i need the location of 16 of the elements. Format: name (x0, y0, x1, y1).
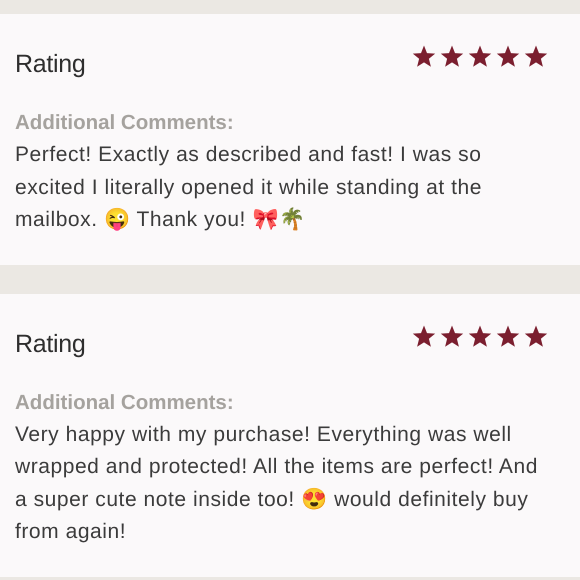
review-comment: Very happy with my purchase! Everything was well wrapped and protected! All the items are perfect! And a super cute note inside too! 😍 would definitely buy from again! (15, 422, 539, 545)
star-icon (468, 45, 492, 68)
comments-label: Additional Comments: (15, 390, 235, 414)
star-icon (440, 324, 464, 348)
star-icon (412, 45, 436, 68)
star-icon (524, 45, 548, 68)
review-comment: Perfect! Exactly as described and fast! I was so excited I literally opened it while standing at the mailbox. 😜 Thank you! 🎀🌴 (15, 142, 483, 233)
star-icon (468, 324, 492, 348)
star-icon (440, 45, 464, 68)
star-icon (524, 324, 548, 348)
comments-label: Additional Comments: (15, 111, 235, 135)
rating-heading: Rating (15, 330, 86, 358)
star-icon (412, 324, 436, 348)
star-icon (496, 45, 520, 68)
rating-heading: Rating (15, 50, 86, 79)
star-icon (496, 324, 520, 348)
